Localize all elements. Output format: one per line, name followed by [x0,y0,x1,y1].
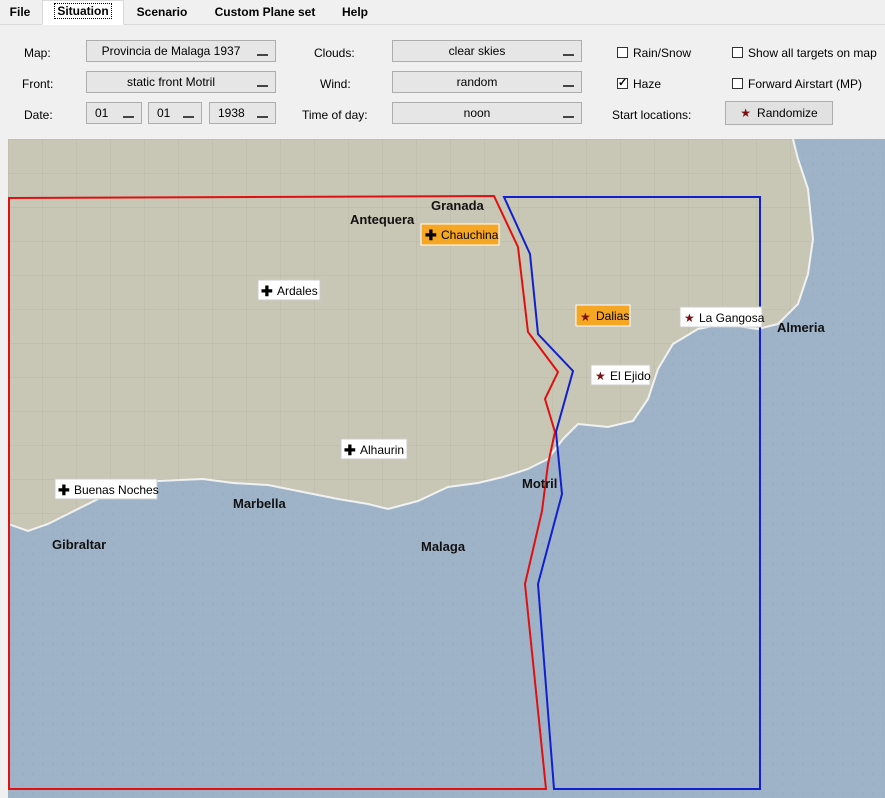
date-day-value: 01 [95,106,109,120]
airfield-label: La Gangosa [699,311,765,325]
show-all-targets-label: Show all targets on map [748,46,877,60]
show-all-targets-checkbox[interactable] [732,47,743,58]
airfield-label: Buenas Noches [74,483,159,497]
tab-situation[interactable]: Situation [42,0,124,25]
start-locations-label: Start locations: [612,108,692,122]
airfield-label: Ardales [277,284,318,298]
dropdown-arrow-icon [183,108,194,118]
airfield-chauchina[interactable]: ✚ Chauchina [420,223,500,246]
date-year-value: 1938 [218,106,245,120]
airfield-label: Chauchina [441,228,499,242]
forward-airstart-checkbox[interactable] [732,78,743,89]
forward-airstart-label: Forward Airstart (MP) [748,77,863,91]
date-year-select[interactable]: 1938 [209,102,276,124]
clouds-select[interactable]: clear skies [392,40,582,62]
randomize-button-label: Randomize [757,106,818,120]
city-label-marbella: Marbella [233,496,287,511]
airfield-buenas-noches[interactable]: ✚ Buenas Noches [54,478,159,500]
airfield-alhaurin[interactable]: ✚ Alhaurin [340,438,408,460]
cross-icon: ✚ [261,283,273,299]
clouds-select-value: clear skies [448,44,506,58]
tab-bar: File Situation Scenario Custom Plane set… [0,0,885,25]
star-icon: ★ [684,311,695,325]
city-label-granada: Granada [431,198,485,213]
dropdown-arrow-icon [563,77,574,87]
dropdown-arrow-icon [563,46,574,56]
star-icon: ★ [580,310,591,324]
cross-icon: ✚ [425,227,437,243]
time-of-day-value: noon [463,106,491,120]
map-select-value: Provincia de Malaga 1937 [101,44,241,58]
star-icon: ★ [595,369,606,383]
tab-file[interactable]: File [0,2,40,23]
dropdown-arrow-icon [257,77,268,87]
front-label: Front: [22,77,54,91]
tab-scenario[interactable]: Scenario [124,2,200,23]
date-month-value: 01 [157,106,171,120]
airfield-el-ejido[interactable]: ★ El Ejido [590,364,651,386]
front-select-value: static front Motril [126,75,216,89]
haze-checkbox[interactable] [617,76,628,89]
airfield-label: Alhaurin [360,443,404,457]
city-label-gibraltar: Gibraltar [52,537,106,552]
star-icon: ★ [740,106,752,120]
map-view[interactable]: Granada Antequera Almeria Marbella Gibra… [8,139,885,798]
dropdown-arrow-icon [123,108,134,118]
tab-help[interactable]: Help [330,2,380,23]
tab-situation-label: Situation [54,3,112,19]
dropdown-arrow-icon [257,46,268,56]
wind-select[interactable]: random [392,71,582,93]
dropdown-arrow-icon [563,108,574,118]
rain-snow-label: Rain/Snow [633,46,692,60]
map-select[interactable]: Provincia de Malaga 1937 [86,40,276,62]
airfield-ardales[interactable]: ✚ Ardales [257,279,321,301]
airfield-label: El Ejido [610,369,651,383]
randomize-button[interactable]: ★ Randomize [725,101,833,125]
time-of-day-label: Time of day: [302,108,368,122]
date-day-select[interactable]: 01 [86,102,142,124]
situation-panel: Map: Provincia de Malaga 1937 Front: sta… [0,25,885,138]
dropdown-arrow-icon [257,108,268,118]
haze-label: Haze [633,77,662,91]
city-label-almeria: Almeria [777,320,825,335]
date-month-select[interactable]: 01 [148,102,202,124]
cross-icon: ✚ [58,482,70,498]
tab-custom-plane-set[interactable]: Custom Plane set [202,2,328,23]
cross-icon: ✚ [344,442,356,458]
airfield-label: Dalias [596,309,629,323]
date-label: Date: [24,108,53,122]
airfield-dalias[interactable]: ★ Dalias [575,304,631,327]
map-label: Map: [24,46,51,60]
map-canvas[interactable]: Granada Antequera Almeria Marbella Gibra… [8,139,885,798]
city-label-motril: Motril [522,476,557,491]
rain-snow-checkbox[interactable] [617,47,628,58]
time-of-day-select[interactable]: noon [392,102,582,124]
airfield-la-gangosa[interactable]: ★ La Gangosa [679,306,765,328]
wind-label: Wind: [320,77,351,91]
wind-select-value: random [456,75,498,89]
clouds-label: Clouds: [314,46,355,60]
city-label-malaga: Malaga [421,539,466,554]
city-label-antequera: Antequera [350,212,415,227]
front-select[interactable]: static front Motril [86,71,276,93]
